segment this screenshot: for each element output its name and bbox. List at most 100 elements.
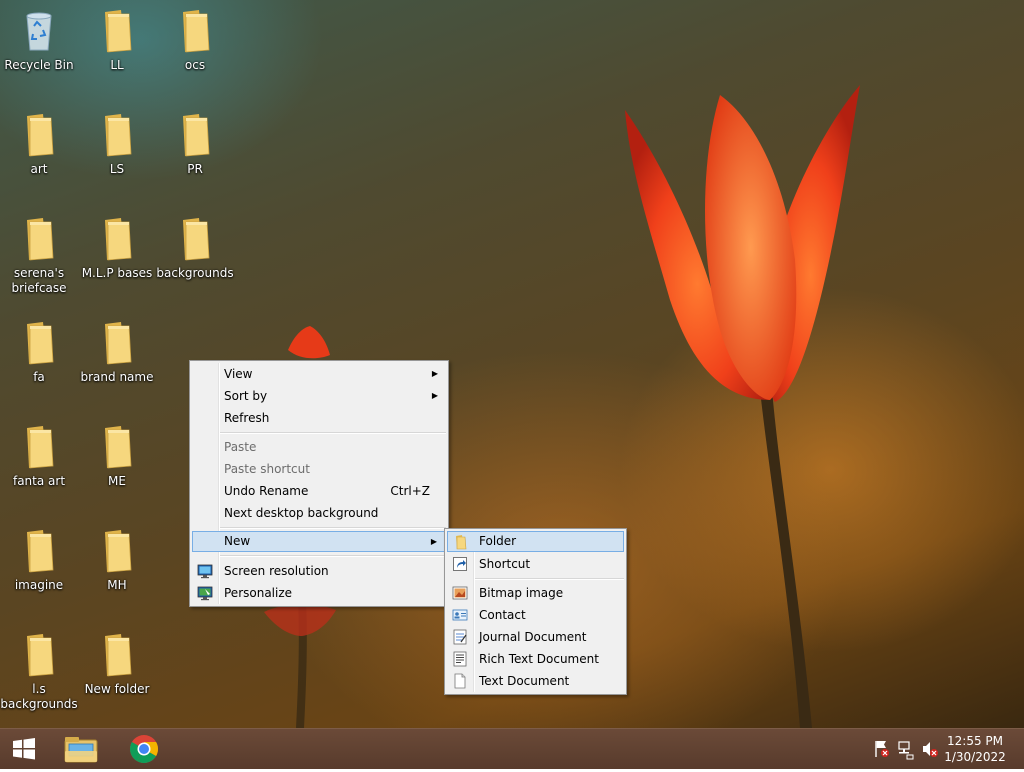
- desktop-icon-m-l-p-bases[interactable]: M.L.P bases: [78, 216, 156, 281]
- desktop-icon-label: l.s backgrounds: [0, 682, 78, 711]
- menu-separator: [475, 578, 624, 580]
- folder-icon: [27, 322, 54, 365]
- folder-icon: [27, 530, 54, 573]
- desktop-icon-brand-name[interactable]: brand name: [78, 320, 156, 385]
- menu-item-label: Text Document: [479, 674, 570, 688]
- menu-item-label: Rich Text Document: [479, 652, 599, 666]
- desktop-icon-label: PR: [187, 162, 203, 176]
- folder-icon: [105, 634, 132, 677]
- desktop-icon-label: fanta art: [12, 474, 66, 488]
- volume-muted-icon: [923, 742, 938, 757]
- desktop-icon-art[interactable]: art: [0, 112, 78, 177]
- bitmap-image-icon: [452, 586, 468, 600]
- submenu-item-contact[interactable]: Contact: [447, 605, 624, 625]
- menu-item-personalize[interactable]: Personalize: [192, 583, 446, 603]
- file-explorer-taskbar-button[interactable]: [58, 729, 104, 769]
- submenu-item-folder[interactable]: Folder: [447, 531, 624, 552]
- clock-time: 12:55 PM: [947, 734, 1003, 748]
- desktop-icon-ll[interactable]: LL: [78, 8, 156, 73]
- desktop-icon-label: imagine: [14, 578, 64, 592]
- folder-icon: [183, 218, 210, 261]
- shortcut-icon: [453, 557, 467, 571]
- menu-item-label: Personalize: [224, 586, 293, 600]
- menu-item-label: Bitmap image: [479, 586, 564, 600]
- desktop-icon-l-s-backgrounds[interactable]: l.s backgrounds: [0, 632, 78, 712]
- desktop-icon-ocs[interactable]: ocs: [156, 8, 234, 73]
- folder-icon: [105, 218, 132, 261]
- menu-item-label: Undo Rename: [224, 484, 309, 498]
- chrome-taskbar-button[interactable]: [122, 729, 166, 769]
- action-center-tray-button[interactable]: [872, 729, 892, 769]
- volume-tray-button[interactable]: [920, 729, 940, 769]
- folder-icon: [27, 426, 54, 469]
- menu-item-label: Shortcut: [479, 557, 531, 571]
- desktop-icon-label: backgrounds: [156, 266, 234, 280]
- recycle-bin-icon: [26, 12, 52, 51]
- folder-icon: [27, 634, 54, 677]
- taskbar-clock[interactable]: 12:55 PM 1/30/2022: [940, 733, 1010, 765]
- start-button[interactable]: [4, 729, 44, 769]
- desktop-icon-label: fa: [33, 370, 45, 384]
- desktop-icon-fanta-art[interactable]: fanta art: [0, 424, 78, 489]
- taskbar: 12:55 PM 1/30/2022: [0, 728, 1024, 769]
- folder-icon: [27, 218, 54, 261]
- menu-item-paste-shortcut[interactable]: Paste shortcut: [192, 459, 446, 479]
- submenu-item-shortcut[interactable]: Shortcut: [447, 554, 624, 574]
- menu-item-screen-resolution[interactable]: Screen resolution: [192, 561, 446, 581]
- action-center-flag-icon: [875, 741, 889, 757]
- personalize-icon: [197, 586, 213, 601]
- menu-item-refresh[interactable]: Refresh: [192, 408, 446, 428]
- menu-item-label: Screen resolution: [224, 564, 329, 578]
- folder-icon: [105, 322, 132, 365]
- screen-resolution-icon: [197, 564, 213, 579]
- submenu-item-journal-document[interactable]: Journal Document: [447, 627, 624, 647]
- desktop-icon-imagine[interactable]: imagine: [0, 528, 78, 593]
- desktop-icon-label: LL: [110, 58, 124, 72]
- desktop-icon-label: Recycle Bin: [4, 58, 74, 72]
- network-tray-button[interactable]: [896, 729, 916, 769]
- submenu-item-text-document[interactable]: Text Document: [447, 671, 624, 691]
- desktop-icon-me[interactable]: ME: [78, 424, 156, 489]
- menu-item-new[interactable]: New ▶: [192, 531, 446, 552]
- desktop-icon-serena-s-briefcase[interactable]: serena's briefcase: [0, 216, 78, 296]
- new-submenu: Folder Shortcut Bitmap image Contact Jou…: [444, 528, 627, 695]
- desktop-icon-new-folder[interactable]: New folder: [78, 632, 156, 697]
- menu-item-sort-by[interactable]: Sort by ▶: [192, 386, 446, 406]
- desktop-icon-ls[interactable]: LS: [78, 112, 156, 177]
- folder-icon: [27, 114, 54, 157]
- menu-item-label: Refresh: [224, 411, 270, 425]
- desktop-icon-backgrounds[interactable]: backgrounds: [156, 216, 234, 281]
- desktop-icon-label: brand name: [80, 370, 154, 384]
- chrome-icon: [130, 735, 158, 763]
- desktop-icon-pr[interactable]: PR: [156, 112, 234, 177]
- desktop-icon-label: LS: [109, 162, 125, 176]
- folder-icon: [183, 114, 210, 157]
- desktop-icon-label: M.L.P bases: [81, 266, 153, 280]
- menu-item-label: Paste: [224, 440, 257, 454]
- menu-item-paste[interactable]: Paste: [192, 437, 446, 457]
- file-explorer-icon: [64, 737, 98, 763]
- submenu-arrow-icon: ▶: [431, 391, 438, 400]
- desktop-icon-fa[interactable]: fa: [0, 320, 78, 385]
- menu-item-view[interactable]: View ▶: [192, 364, 446, 384]
- menu-item-label: Next desktop background: [224, 506, 379, 520]
- folder-icon: [105, 426, 132, 469]
- desktop-icon-label: serena's briefcase: [11, 266, 67, 295]
- menu-item-shortcut: Ctrl+Z: [390, 484, 430, 498]
- folder-icon: [105, 10, 132, 53]
- folder-icon: [105, 114, 132, 157]
- contact-icon: [452, 609, 468, 621]
- clock-date: 1/30/2022: [944, 750, 1006, 764]
- menu-item-undo-rename[interactable]: Undo Rename Ctrl+Z: [192, 481, 446, 501]
- start-icon: [13, 738, 35, 760]
- menu-item-label: Paste shortcut: [224, 462, 310, 476]
- menu-item-next-desktop-background[interactable]: Next desktop background: [192, 503, 446, 523]
- desktop-icon-recycle-bin[interactable]: Recycle Bin: [0, 8, 78, 73]
- network-icon: [898, 741, 914, 760]
- desktop-icon-mh[interactable]: MH: [78, 528, 156, 593]
- desktop[interactable]: Recycle Bin LL ocs art LS PR serena's briefcas…: [0, 0, 1024, 728]
- submenu-item-rich-text-document[interactable]: Rich Text Document: [447, 649, 624, 669]
- submenu-item-bitmap-image[interactable]: Bitmap image: [447, 583, 624, 603]
- desktop-icon-label: New folder: [84, 682, 150, 696]
- menu-separator: [220, 555, 446, 557]
